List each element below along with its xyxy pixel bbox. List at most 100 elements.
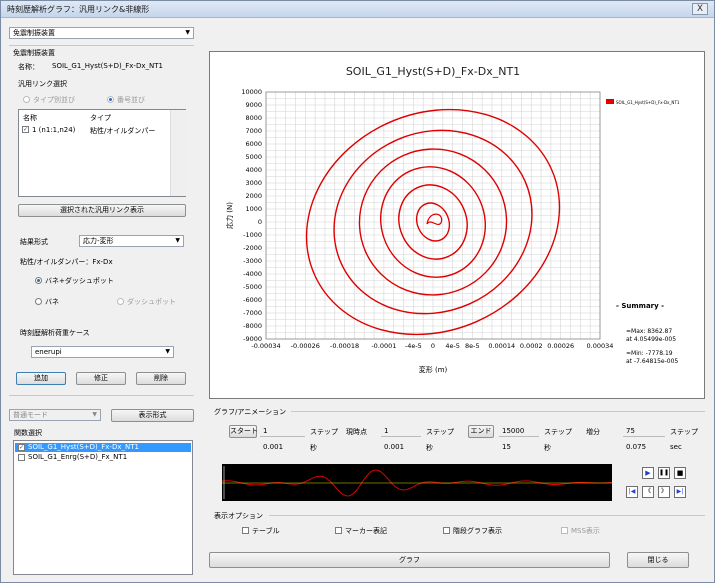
increment-label: 増分	[586, 428, 600, 436]
marker-checkbox[interactable]	[335, 527, 342, 534]
divider	[269, 515, 705, 516]
current-sec-field: 0.001	[381, 441, 421, 453]
modify-button[interactable]: 修正	[76, 372, 126, 385]
y-tick-label: -6000	[243, 296, 262, 304]
end-sec-field: 15	[499, 441, 539, 453]
current-step-field[interactable]: 1	[381, 425, 421, 437]
func-checkbox[interactable]	[18, 454, 25, 461]
mode-combo-value: 普通モード	[13, 411, 48, 419]
step-back-icon[interactable]: 《	[642, 486, 654, 498]
time-history-preview[interactable]	[221, 464, 613, 501]
category-combo-value: 免震制振装置	[13, 29, 55, 37]
name-label: 名称：	[18, 63, 39, 71]
group-title: 免震制振装置	[13, 49, 55, 57]
title-bar: 時刻歴解析グラフ：汎用リンク&非線形 X	[1, 1, 714, 18]
stop-icon[interactable]: ■	[674, 467, 686, 479]
current-label: 現時点	[346, 428, 367, 436]
x-tick-label: 0.00014	[488, 342, 515, 350]
radio-dashpot-label: ダッシュポット	[127, 298, 176, 306]
func-label: SOIL_G1_Hyst(S+D)_Fx-Dx_NT1	[28, 443, 139, 451]
x-tick-label: 0	[431, 342, 435, 350]
radio-number-order[interactable]	[107, 96, 114, 103]
x-tick-label: -0.00034	[251, 342, 280, 350]
mss-checkbox[interactable]	[561, 527, 568, 534]
radio-spring-dashpot-label: バネ+ダッシュポット	[45, 277, 114, 285]
x-tick-label: -0.00026	[291, 342, 320, 350]
y-tick-label: 9000	[245, 101, 262, 109]
mode-combo[interactable]: 普通モード ▼	[9, 409, 101, 421]
category-combo[interactable]: 免震制振装置 ▼	[9, 27, 194, 39]
list-item-selected[interactable]: ✓ SOIL_G1_Hyst(S+D)_Fx-Dx_NT1	[15, 443, 191, 452]
skip-first-icon[interactable]: |◀	[626, 486, 638, 498]
chevron-down-icon: ▼	[185, 29, 190, 36]
increment-sec-field: 0.075	[623, 441, 665, 453]
increment-step-field[interactable]: 75	[623, 425, 665, 437]
summary-max: =Max: 8362.87	[626, 328, 673, 335]
chevron-down-icon: ▼	[165, 348, 170, 355]
step-forward-icon[interactable]: 》	[658, 486, 670, 498]
func-checkbox[interactable]: ✓	[18, 444, 25, 451]
close-window-button[interactable]: X	[692, 3, 708, 15]
skip-last-icon[interactable]: ▶|	[674, 486, 686, 498]
main-window: 時刻歴解析グラフ：汎用リンク&非線形 X 免震制振装置 ▼ 免震制振装置 名称： …	[0, 0, 715, 583]
table-checkbox[interactable]	[242, 527, 249, 534]
start-sec-field: 0.001	[260, 441, 305, 453]
x-tick-label: -0.0001	[371, 342, 396, 350]
list-scrollbar[interactable]	[170, 110, 186, 196]
summary-min-at: at -7.64815e-005	[626, 358, 679, 365]
add-button[interactable]: 追加	[16, 372, 66, 385]
y-tick-label: 3000	[245, 179, 262, 187]
y-tick-label: -5000	[243, 283, 262, 291]
row-name: 1 (n1:1,n24)	[32, 126, 76, 134]
divider	[291, 411, 705, 412]
radio-spring[interactable]	[35, 298, 42, 305]
window-title: 時刻歴解析グラフ：汎用リンク&非線形	[7, 5, 150, 14]
col-header-name: 名称	[23, 114, 37, 122]
start-button[interactable]: スタート	[229, 425, 258, 438]
radio-type-order-label: タイプ別並び	[33, 96, 75, 104]
chevron-down-icon: ▼	[175, 237, 180, 244]
x-tick-label: 4e-5	[445, 342, 460, 350]
list-item[interactable]: ✓ 1 (n1:1,n24) 粘性/オイルダンパー	[19, 124, 170, 136]
start-step-field[interactable]: 1	[260, 425, 305, 437]
y-tick-label: 4000	[245, 166, 262, 174]
damper-label: 粘性/オイルダンパー：Fx-Dx	[20, 258, 113, 266]
table-checkbox-label: テーブル	[252, 527, 280, 535]
radio-dashpot[interactable]	[117, 298, 124, 305]
y-tick-label: 8000	[245, 114, 262, 122]
end-button[interactable]: エンド	[468, 425, 494, 438]
close-button[interactable]: 閉じる	[627, 552, 689, 568]
radio-type-order[interactable]	[23, 96, 30, 103]
x-tick-label: 0.00026	[547, 342, 574, 350]
y-axis-label: 応力 (N)	[225, 202, 234, 229]
display-format-button[interactable]: 表示形式	[111, 409, 194, 422]
row-type: 粘性/オイルダンパー	[90, 127, 156, 135]
animation-label: グラフ/アニメーション	[214, 408, 287, 416]
radio-spring-dashpot[interactable]	[35, 277, 42, 284]
function-list[interactable]: ✓ SOIL_G1_Hyst(S+D)_Fx-Dx_NT1 SOIL_G1_En…	[13, 440, 193, 575]
y-tick-label: 0	[258, 218, 262, 226]
play-icon[interactable]: ▶	[642, 467, 654, 479]
link-list[interactable]: 名称 タイプ ✓ 1 (n1:1,n24) 粘性/オイルダンパー	[18, 109, 186, 197]
mss-checkbox-label: MSS表示	[571, 527, 600, 535]
load-case-combo[interactable]: enerupi ▼	[31, 346, 174, 358]
y-tick-label: -8000	[243, 322, 262, 330]
graph-button[interactable]: グラフ	[209, 552, 610, 568]
list-item[interactable]: SOIL_G1_Enrg(S+D)_Fx_NT1	[15, 453, 191, 462]
summary-title: - Summary -	[616, 302, 665, 310]
show-selected-link-button[interactable]: 選択された汎用リンク表示	[18, 204, 186, 217]
y-tick-label: -3000	[243, 257, 262, 265]
y-tick-label: -1000	[243, 231, 262, 239]
pause-icon[interactable]: ❚❚	[658, 467, 670, 479]
row-checkbox[interactable]: ✓	[22, 126, 29, 133]
legend-swatch	[606, 99, 614, 104]
current-sec-unit: 秒	[426, 444, 433, 452]
divider	[9, 45, 194, 46]
result-form-label: 結果形式	[20, 238, 48, 246]
step-graph-checkbox[interactable]	[443, 527, 450, 534]
delete-button[interactable]: 削除	[136, 372, 186, 385]
summary-min: =Min: -7778.19	[626, 350, 673, 357]
result-form-combo[interactable]: 応力-変形 ▼	[79, 235, 184, 247]
y-tick-label: 1000	[245, 205, 262, 213]
end-step-field[interactable]: 15000	[499, 425, 539, 437]
